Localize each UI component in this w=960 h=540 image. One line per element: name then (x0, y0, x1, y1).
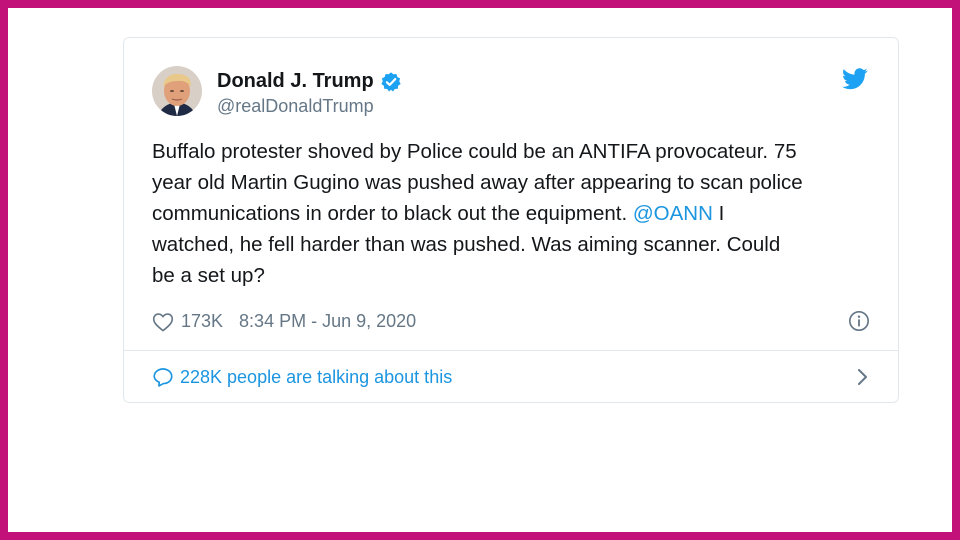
verified-badge-icon (381, 71, 401, 92)
tweet-text-line: communications in order to black out the… (152, 198, 882, 229)
tweet-text-segment: I (712, 202, 725, 225)
chevron-right-icon[interactable] (856, 367, 870, 387)
mention-link[interactable]: @OANN (633, 202, 713, 225)
avatar-image (152, 66, 202, 116)
conversation-text[interactable]: 228K people are talking about this (180, 367, 452, 388)
display-name[interactable]: Donald J. Trump (217, 70, 374, 93)
info-icon[interactable] (848, 310, 870, 332)
tweet-text: Buffalo protester shoved by Police could… (152, 136, 882, 291)
timestamp[interactable]: 8:34 PM - Jun 9, 2020 (239, 311, 416, 332)
tweet-text-segment: communications in order to black out the… (152, 202, 633, 225)
like-count[interactable]: 173K (181, 311, 223, 332)
speech-bubble-icon (153, 368, 173, 387)
page-canvas: Donald J. Trump @realDonaldTrump Buffalo… (8, 8, 952, 532)
conversation-link[interactable]: 228K people are talking about this (152, 350, 870, 404)
user-handle[interactable]: @realDonaldTrump (217, 96, 374, 117)
twitter-bird-icon[interactable] (842, 68, 868, 90)
heart-icon[interactable] (152, 312, 174, 332)
avatar[interactable] (152, 66, 202, 116)
display-name-row[interactable]: Donald J. Trump (217, 70, 402, 93)
tweet-meta: 173K 8:34 PM - Jun 9, 2020 (152, 311, 416, 332)
tweet-text-line: watched, he fell harder than was pushed.… (152, 233, 781, 256)
tweet-text-line: Buffalo protester shoved by Police could… (152, 140, 797, 163)
tweet-text-line: be a set up? (152, 264, 265, 287)
tweet-text-line: year old Martin Gugino was pushed away a… (152, 171, 803, 194)
tweet-card[interactable]: Donald J. Trump @realDonaldTrump Buffalo… (123, 37, 899, 403)
